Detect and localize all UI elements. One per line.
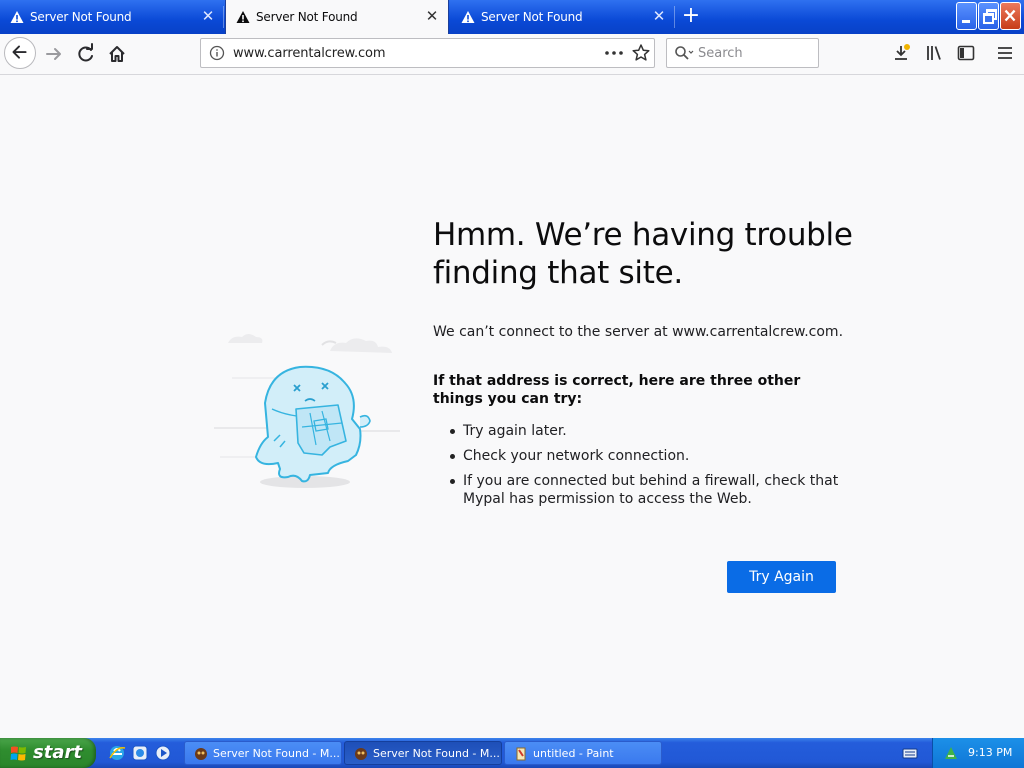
new-tab-icon[interactable]: + — [680, 5, 702, 28]
home-icon — [109, 46, 125, 62]
info-icon[interactable] — [209, 45, 225, 61]
home-button[interactable] — [102, 39, 132, 69]
start-button[interactable]: start — [0, 738, 96, 768]
menu-icon[interactable] — [995, 43, 1015, 63]
list-item: Try again later. — [433, 422, 853, 440]
warning-icon — [10, 11, 24, 23]
windows-logo-icon — [10, 746, 26, 761]
sidebar-icon[interactable] — [956, 43, 976, 63]
list-item: Check your network connection. — [433, 447, 853, 465]
warning-icon — [236, 11, 250, 23]
url-bar[interactable]: www.carrentalcrew.com — [200, 38, 655, 68]
tab-strip: Server Not Found ✕ Server Not Found ✕ Se… — [0, 0, 1024, 34]
system-tray: 9:13 PM — [932, 738, 1024, 768]
forward-button[interactable] — [40, 39, 70, 69]
taskbar-item-label: untitled - Paint — [533, 747, 614, 760]
paint-app-icon — [516, 747, 526, 761]
mypal-browser-icon[interactable] — [131, 744, 149, 762]
mypal-app-icon — [355, 748, 367, 760]
tab-label: Server Not Found — [481, 10, 583, 24]
taskbar-item-label: Server Not Found - M... — [213, 747, 340, 760]
internet-explorer-icon[interactable] — [108, 744, 126, 762]
taskbar-item-paint[interactable]: untitled - Paint — [504, 741, 662, 765]
close-icon — [1004, 9, 1016, 22]
search-input[interactable]: Search — [666, 38, 819, 68]
reload-icon — [78, 43, 93, 62]
tab-close-icon[interactable]: ✕ — [651, 8, 667, 24]
error-page: Hmm. We’re having trouble finding that s… — [0, 75, 1024, 738]
library-icon[interactable] — [924, 43, 944, 63]
minimize-button[interactable] — [956, 2, 977, 30]
try-again-button[interactable]: Try Again — [727, 561, 836, 593]
taskbar-item-mypal-1[interactable]: Server Not Found - M... — [184, 741, 342, 765]
clock[interactable]: 9:13 PM — [968, 746, 1012, 759]
keyboard-icon[interactable] — [902, 745, 918, 761]
start-label: start — [33, 742, 82, 763]
media-player-icon[interactable] — [154, 744, 172, 762]
reload-button[interactable] — [71, 39, 101, 69]
tab-server-not-found-1[interactable]: Server Not Found ✕ — [0, 0, 224, 34]
close-window-button[interactable] — [1000, 2, 1021, 30]
page-actions-icon[interactable] — [603, 44, 625, 62]
forward-arrow-icon — [46, 48, 61, 60]
downloads-icon[interactable] — [892, 43, 912, 63]
tab-server-not-found-2[interactable]: Server Not Found ✕ — [225, 0, 449, 34]
error-description: We can’t connect to the server at www.ca… — [433, 324, 844, 340]
suggestions-heading: If that address is correct, here are thr… — [433, 373, 801, 407]
back-button[interactable] — [4, 37, 36, 69]
tab-label: Server Not Found — [30, 10, 132, 24]
search-placeholder: Search — [698, 46, 743, 61]
warning-icon — [461, 11, 475, 23]
navigation-toolbar: www.carrentalcrew.com Search — [0, 34, 1024, 75]
tab-close-icon[interactable]: ✕ — [424, 8, 440, 24]
back-arrow-icon — [12, 45, 27, 59]
restore-button[interactable] — [978, 2, 999, 30]
bookmark-star-icon[interactable] — [631, 43, 651, 63]
tab-close-icon[interactable]: ✕ — [200, 8, 216, 24]
tab-server-not-found-3[interactable]: Server Not Found ✕ — [451, 0, 675, 34]
tab-label: Server Not Found — [256, 10, 358, 24]
taskbar-item-mypal-2[interactable]: Server Not Found - M... — [344, 741, 502, 765]
search-icon — [675, 46, 694, 60]
error-title: Hmm. We’re having trouble finding that s… — [433, 217, 853, 291]
url-text[interactable]: www.carrentalcrew.com — [233, 46, 386, 61]
confused-character-illustration — [214, 334, 400, 488]
list-item: If you are connected but behind a firewa… — [433, 472, 853, 508]
network-icon[interactable] — [943, 745, 959, 761]
mypal-app-icon — [195, 748, 207, 760]
taskbar-item-label: Server Not Found - M... — [373, 747, 500, 760]
windows-taskbar: start Server Not Found - M... Server Not… — [0, 738, 1024, 768]
suggestions-list: Try again later. Check your network conn… — [433, 422, 853, 515]
